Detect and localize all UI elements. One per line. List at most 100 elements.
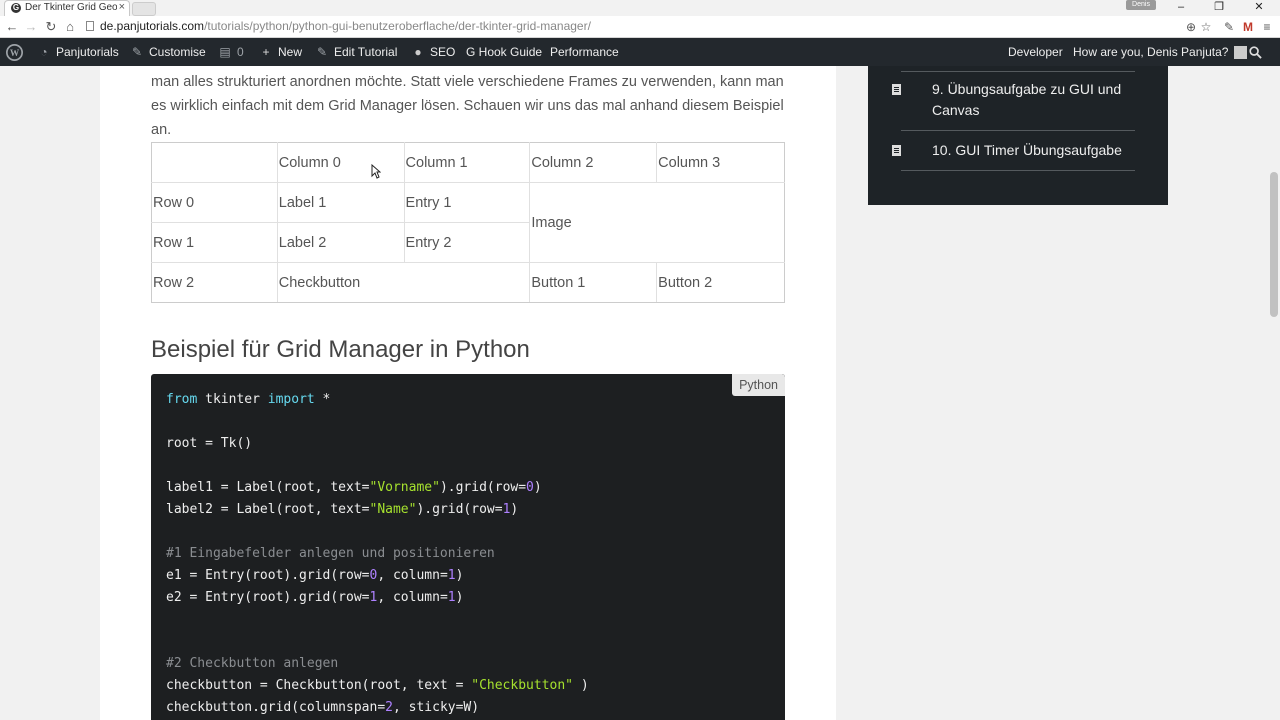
code-token: label2 = Label(root, text= — [166, 502, 370, 517]
admin-new[interactable]: + New — [259, 38, 302, 66]
code-token: label1 = Label(root, text= — [166, 480, 370, 495]
table-cell: Row 2 — [151, 262, 278, 303]
minimize-icon[interactable]: – — [1166, 0, 1196, 14]
wordpress-logo-icon[interactable]: W — [6, 38, 23, 66]
comments-count: 0 — [237, 45, 244, 59]
code-token: ).grid(row= — [416, 502, 503, 517]
section-heading: Beispiel für Grid Manager in Python — [151, 336, 530, 363]
gmail-icon[interactable]: M — [1239, 18, 1257, 36]
divider — [901, 170, 1135, 171]
admin-performance[interactable]: Performance — [550, 38, 619, 66]
code-token: "Name" — [369, 502, 417, 517]
code-language-badge: Python — [732, 374, 785, 396]
code-token: ) — [573, 678, 589, 693]
code-token: 2 — [385, 700, 393, 715]
code-token: "Vorname" — [369, 480, 440, 495]
wp-admin-bar: W ◔ Panjutorials ✎ Customise ▤ 0 + New ✎ Edit… — [0, 38, 1280, 66]
browser-tab[interactable]: G Der Tkinter Grid Geo × — [4, 0, 130, 16]
code-token: from — [166, 392, 198, 407]
page-info-icon[interactable] — [86, 21, 94, 31]
edit-label: Edit Tutorial — [334, 45, 398, 59]
scrollbar[interactable] — [1268, 66, 1280, 720]
table-row: Column 0 Column 1 Column 2 Column 3 — [151, 142, 785, 183]
code-token: e2 = Entry(root).grid(row= — [166, 590, 370, 605]
code-token: 1 — [447, 590, 456, 605]
bookmark-star-icon[interactable]: ☆ — [1197, 18, 1215, 36]
developer-label: Developer — [1008, 45, 1063, 59]
code-token: , column= — [377, 590, 448, 605]
admin-edit-tutorial[interactable]: ✎ Edit Tutorial — [315, 38, 397, 66]
dashboard-icon: ◔ — [40, 45, 48, 59]
code-token: checkbutton = Checkbutton(root, text = — [166, 678, 472, 693]
browser-tab-strip: G Der Tkinter Grid Geo × Denis – ❐ ✕ — [0, 0, 1280, 16]
table-cell: Button 1 — [529, 262, 658, 303]
text-cursor-icon — [371, 163, 382, 180]
table-cell: Label 2 — [276, 222, 405, 263]
code-line: from tkinter import * — [166, 389, 589, 411]
intro-paragraph: man alles strukturiert anordnen möchte. … — [151, 74, 784, 138]
admin-seo[interactable]: ● SEO — [411, 38, 455, 66]
admin-site-name[interactable]: ◔ Panjutorials — [37, 38, 119, 66]
new-label: New — [278, 45, 303, 59]
code-line: e2 = Entry(root).grid(row=1, column=1) — [166, 587, 589, 609]
back-icon[interactable]: ← — [3, 18, 21, 36]
sidebar-item-label: 9. Übungsaufgabe zu GUI und Canvas — [932, 81, 1122, 118]
admin-comments[interactable]: ▤ 0 — [218, 38, 244, 66]
scrollbar-thumb[interactable] — [1270, 172, 1278, 317]
search-icon[interactable] — [1249, 38, 1262, 66]
admin-hook-guide[interactable]: G Hook Guide — [466, 38, 542, 66]
table-cell — [151, 142, 278, 183]
code-token: * — [314, 392, 331, 407]
table-row: Row 0 Label 1 Entry 1 Image — [151, 182, 785, 263]
profile-badge[interactable]: Denis — [1126, 0, 1156, 10]
tab-close-icon[interactable]: × — [119, 1, 125, 13]
code-block[interactable]: Python from tkinter import * root = Tk()… — [151, 374, 785, 720]
code-line: checkbutton.grid(columnspan=2, sticky=W) — [166, 697, 589, 719]
plus-icon: + — [262, 45, 270, 59]
code-token: import — [267, 392, 315, 407]
extension-pen-icon[interactable]: ✎ — [1220, 18, 1238, 36]
code-token: , sticky=W) — [392, 700, 480, 715]
divider — [901, 130, 1135, 131]
seo-label: SEO — [430, 45, 456, 59]
table-cell: Image — [529, 182, 785, 263]
new-tab-button[interactable] — [132, 2, 156, 16]
close-window-icon[interactable]: ✕ — [1244, 0, 1274, 14]
code-line: e1 = Entry(root).grid(row=0, column=1) — [166, 565, 589, 587]
code-token: ) — [455, 568, 464, 583]
sidebar-item-label: 10. GUI Timer Übungsaufgabe — [932, 142, 1122, 158]
address-bar[interactable]: de.panjutorials.com/tutorials/python/pyt… — [84, 18, 1214, 35]
code-token: e1 = Entry(root).grid(row= — [166, 568, 370, 583]
hook-guide-label: G Hook Guide — [466, 45, 543, 59]
url-path: /tutorials/python/python-gui-benutzerobe… — [204, 19, 591, 33]
customise-label: Customise — [149, 45, 206, 59]
code-token: #2 Checkbutton anlegen — [166, 656, 339, 671]
admin-account[interactable]: How are you, Denis Panjuta? — [1073, 38, 1248, 66]
site-name-label: Panjutorials — [56, 45, 119, 59]
table-row: Row 2 Checkbutton Button 1 Button 2 — [151, 262, 785, 303]
menu-icon[interactable]: ≡ — [1258, 18, 1276, 36]
performance-label: Performance — [550, 45, 619, 59]
comment-icon: ▤ — [219, 45, 231, 59]
admin-customise[interactable]: ✎ Customise — [130, 38, 206, 66]
code-token: ) — [455, 590, 464, 605]
table-cell: Column 0 — [276, 142, 405, 183]
grid-layout-table: Column 0 Column 1 Column 2 Column 3 Row … — [151, 142, 785, 303]
home-icon[interactable]: ⌂ — [61, 18, 79, 36]
table-cell: Column 1 — [403, 142, 531, 183]
forward-icon[interactable]: → — [22, 18, 40, 36]
reload-icon[interactable]: ↻ — [42, 18, 60, 36]
restore-icon[interactable]: ❐ — [1204, 0, 1234, 14]
table-cell: Entry 2 — [403, 222, 531, 263]
code-lines: from tkinter import * root = Tk() label1… — [166, 389, 589, 719]
sidebar-widget: 9. Übungsaufgabe zu GUI und Canvas 10. G… — [868, 66, 1168, 205]
admin-developer[interactable]: Developer — [1008, 38, 1063, 66]
brush-icon: ✎ — [131, 45, 143, 59]
code-line: root = Tk() — [166, 433, 589, 455]
pencil-icon: ✎ — [316, 45, 328, 59]
code-line: label2 = Label(root, text="Name").grid(r… — [166, 499, 589, 521]
code-token: 0 — [526, 480, 534, 495]
